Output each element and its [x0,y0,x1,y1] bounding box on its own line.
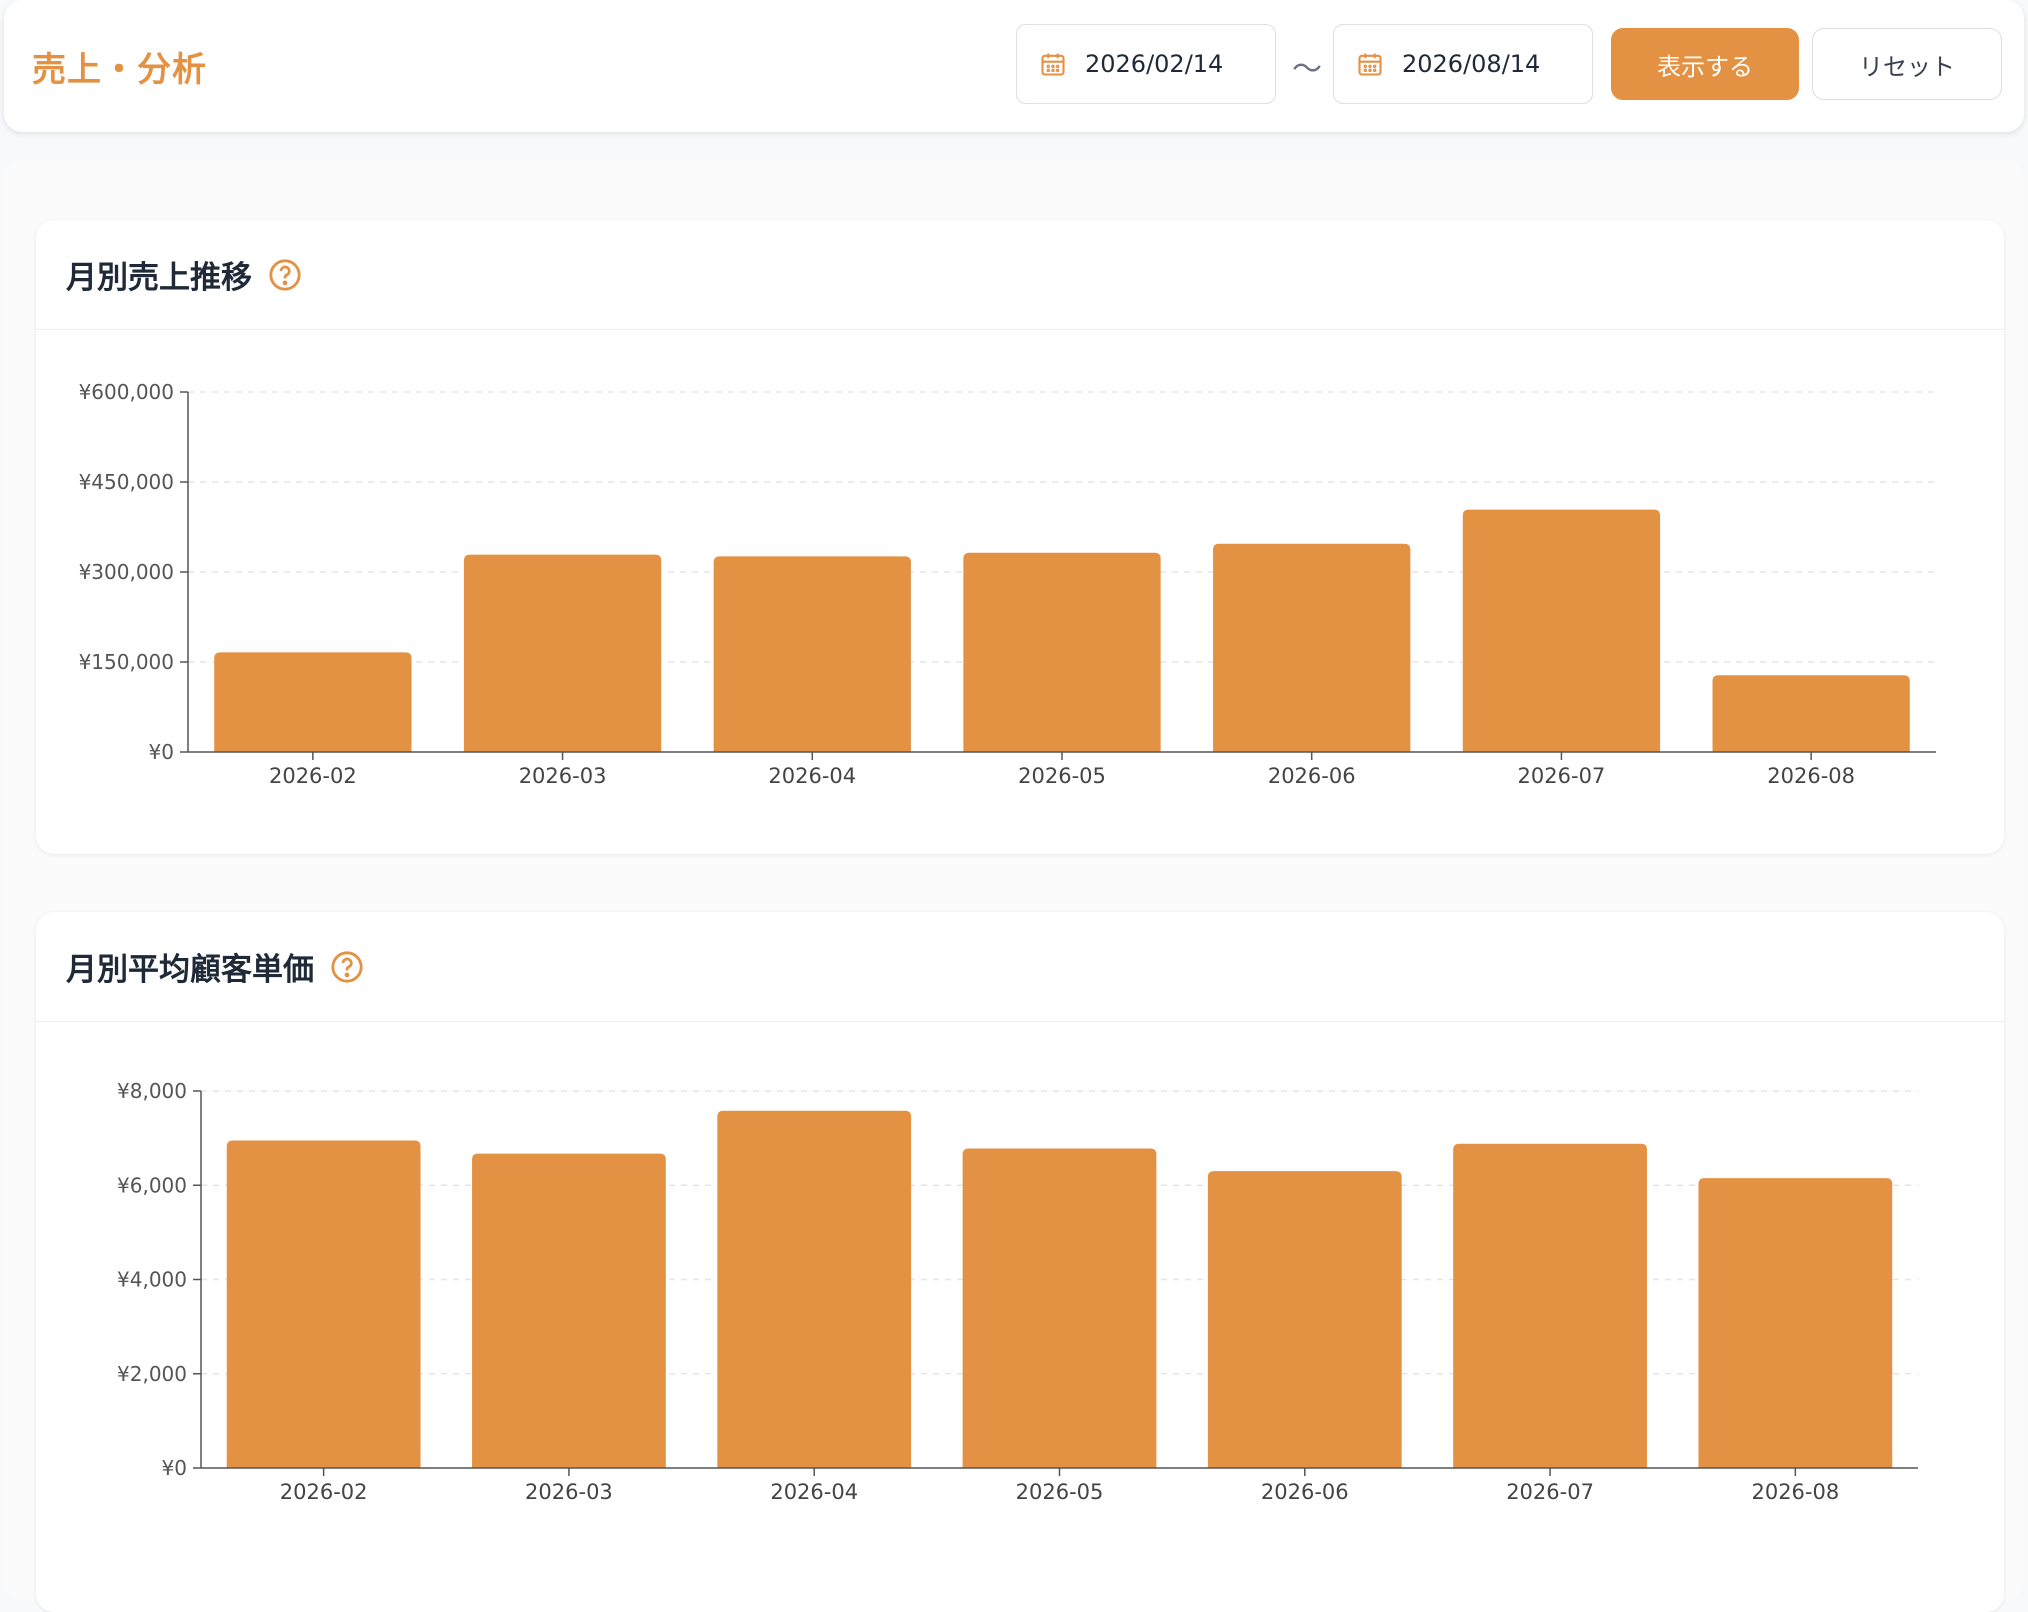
bar [226,1140,421,1468]
sales-chart-card: 月別売上推移 ¥0 ¥150,000 ¥300,000 ¥450,000 ¥600,00… [36,220,2004,854]
bar [472,1153,666,1468]
x-tick-label: 2026-04 [768,764,856,788]
question-circle-icon[interactable] [268,258,302,292]
x-tick-label: 2026-06 [1268,764,1356,788]
y-tick-label: ¥450,000 [79,470,174,494]
content-area: 月別売上推移 ¥0 ¥150,000 ¥300,000 ¥450,000 ¥600,00… [4,160,2024,1612]
header-bar: 売上・分析 2026/02/14 〜 2026/08/14 表示する リセット [4,0,2024,132]
bar [214,652,412,752]
bar [963,552,1161,752]
y-tick-label: ¥4,000 [117,1268,187,1292]
chart-title: 月別平均顧客単価 [66,952,314,988]
x-tick-label: 2026-08 [1751,1480,1839,1504]
page-title: 売上・分析 [32,50,207,90]
x-tick-label: 2026-04 [770,1480,858,1504]
bar [1698,1178,1893,1468]
bar [1712,675,1910,752]
bar [717,1110,912,1468]
sales-bar-chart: ¥0 ¥150,000 ¥300,000 ¥450,000 ¥600,000 2026-0… [79,380,1936,788]
x-tick-label: 2026-05 [1018,764,1106,788]
x-tick-label: 2026-07 [1506,1480,1594,1504]
calendar-icon [1041,53,1065,76]
date-range-separator: 〜 [1292,52,1322,87]
date-from-field[interactable]: 2026/02/14 [1016,24,1276,104]
x-tick-label: 2026-07 [1518,764,1606,788]
y-tick-label: ¥2,000 [117,1362,187,1386]
reset-button[interactable]: リセット [1812,28,2002,100]
avg-price-bar-chart: ¥0 ¥2,000 ¥4,000 ¥6,000 ¥8,000 2026-02 2026-03… [117,1079,1918,1504]
calendar-icon [1358,53,1382,76]
date-from-value: 2026/02/14 [1085,50,1224,78]
chart-title: 月別売上推移 [66,260,252,296]
date-to-value: 2026/08/14 [1402,50,1541,78]
bar [962,1148,1157,1468]
bar [1213,543,1411,752]
x-tick-label: 2026-02 [280,1480,368,1504]
y-tick-label: ¥0 [149,740,174,764]
card-header: 月別売上推移 [36,220,2004,330]
date-to-field[interactable]: 2026/08/14 [1333,24,1593,104]
y-tick-label: ¥8,000 [117,1079,187,1103]
x-tick-label: 2026-03 [519,764,607,788]
bar [713,556,911,752]
x-tick-label: 2026-03 [525,1480,613,1504]
x-tick-label: 2026-08 [1767,764,1855,788]
card-header: 月別平均顧客単価 [36,912,2004,1022]
avg-price-chart-card: 月別平均顧客単価 ¥0 ¥2,000 ¥4,000 ¥6,000 ¥8,000 2026-… [36,912,2004,1612]
bar [1453,1143,1647,1468]
show-button[interactable]: 表示する [1611,28,1799,100]
bar [1462,509,1661,752]
question-circle-icon[interactable] [330,950,364,984]
x-tick-label: 2026-02 [269,764,357,788]
x-tick-label: 2026-06 [1261,1480,1349,1504]
y-tick-label: ¥6,000 [117,1173,187,1197]
bar [463,554,662,752]
y-tick-label: ¥0 [162,1456,187,1480]
y-tick-label: ¥150,000 [79,650,174,674]
x-tick-label: 2026-05 [1016,1480,1104,1504]
y-tick-label: ¥300,000 [79,560,174,584]
bar [1207,1171,1402,1468]
y-tick-label: ¥600,000 [79,380,174,404]
